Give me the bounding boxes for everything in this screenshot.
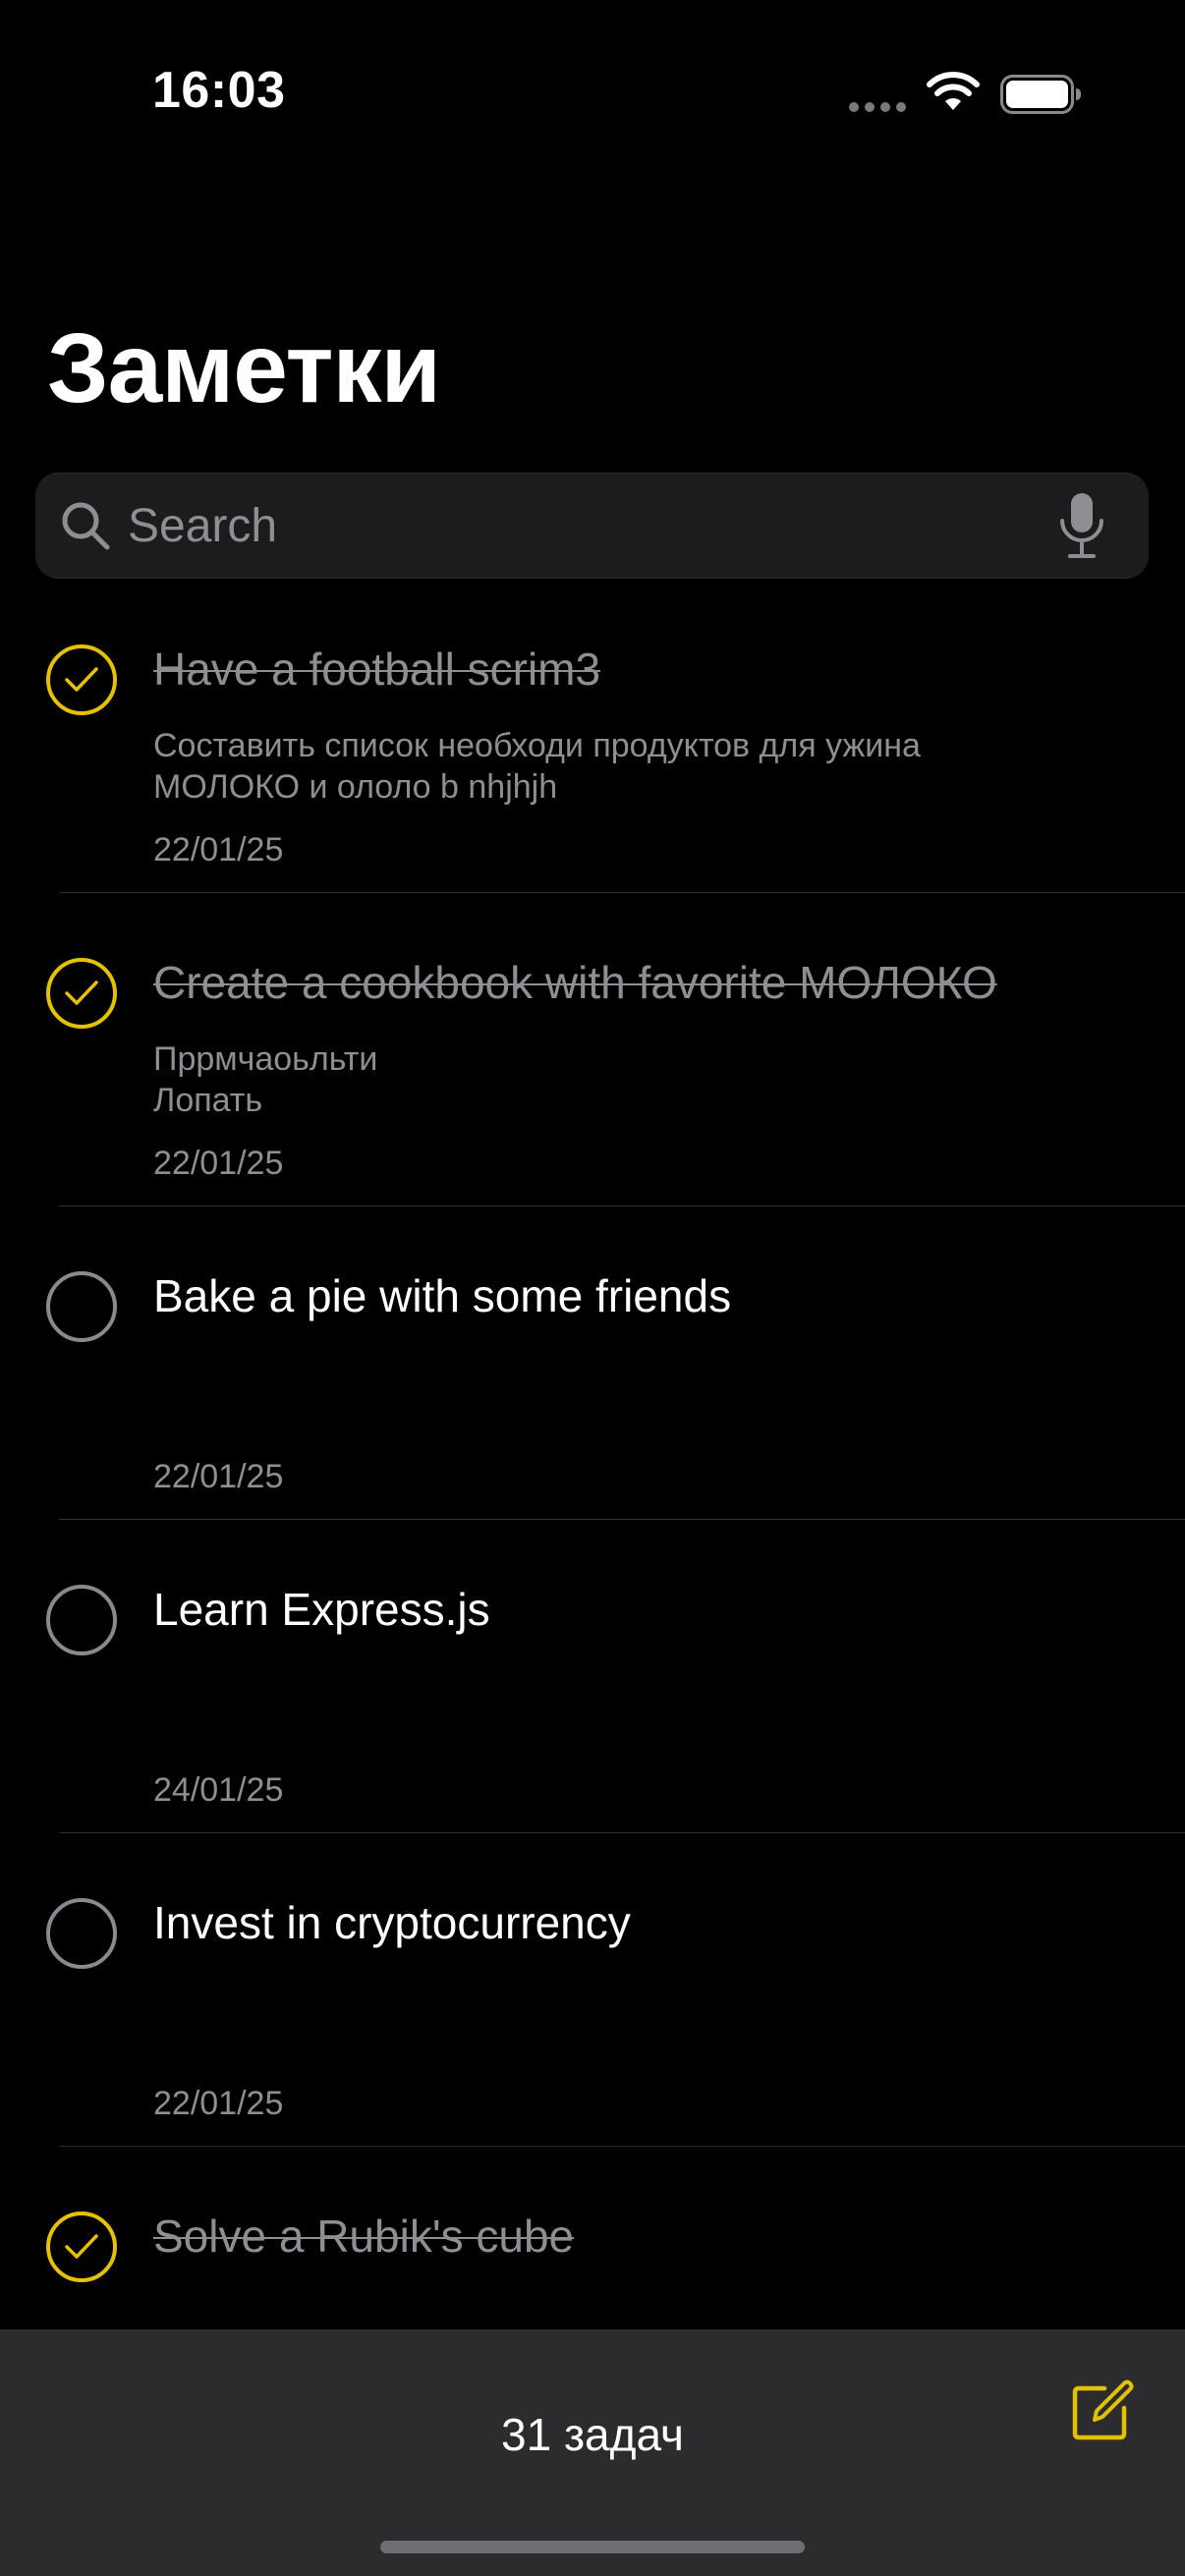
task-checkbox[interactable] [46,958,117,1029]
microphone-icon[interactable] [1057,491,1106,562]
task-checkbox[interactable] [46,2212,117,2282]
task-title: Learn Express.js [153,1584,490,1635]
task-description: Составить список необходи продуктов для … [153,727,921,806]
task-date: 24/01/25 [153,1771,284,1809]
task-checkbox[interactable] [46,1271,117,1342]
task-title: Invest in cryptocurrency [153,1897,631,1948]
task-description: Пррмчаоьльти Лопать [153,1040,378,1119]
task-row[interactable]: Learn Express.js 24/01/25 [0,1520,1185,1833]
page-title: Заметки [47,313,441,423]
task-count: 31 задач [501,2409,684,2460]
task-date: 22/01/25 [153,1458,284,1495]
checkmark-icon [65,980,98,1005]
task-row[interactable]: Create a cookbook with favorite МОЛОКО П… [0,893,1185,1206]
task-row[interactable]: Have a football scrim3 Составить список … [0,580,1185,893]
search-bar[interactable]: Search [35,473,1149,579]
status-bar: 16:03 [0,0,1185,187]
task-date: 22/01/25 [153,1145,284,1182]
search-input[interactable]: Search [128,499,277,553]
status-time: 16:03 [152,62,286,119]
battery-icon [1000,75,1081,114]
task-checkbox[interactable] [46,1898,117,1969]
task-title: Solve a Rubik's cube [153,2211,575,2262]
wifi-icon [927,72,980,110]
home-indicator[interactable] [380,2541,805,2553]
search-icon [62,502,110,550]
compose-icon[interactable] [1069,2377,1136,2443]
task-title: Bake a pie with some friends [153,1270,732,1321]
task-checkbox[interactable] [46,1585,117,1655]
task-checkbox[interactable] [46,644,117,715]
task-title: Have a football scrim3 [153,644,601,695]
checkmark-icon [65,667,98,692]
signal-icon [849,102,906,112]
task-date: 22/01/25 [153,2085,284,2122]
bottom-toolbar: 31 задач [0,2329,1185,2576]
task-date: 22/01/25 [153,831,284,868]
task-row[interactable]: Invest in cryptocurrency 22/01/25 [0,1833,1185,2147]
task-title: Create a cookbook with favorite МОЛОКО [153,957,997,1008]
task-row[interactable]: Bake a pie with some friends 22/01/25 [0,1206,1185,1520]
task-list: Have a football scrim3 Составить список … [0,580,1185,2460]
checkmark-icon [65,2234,98,2259]
